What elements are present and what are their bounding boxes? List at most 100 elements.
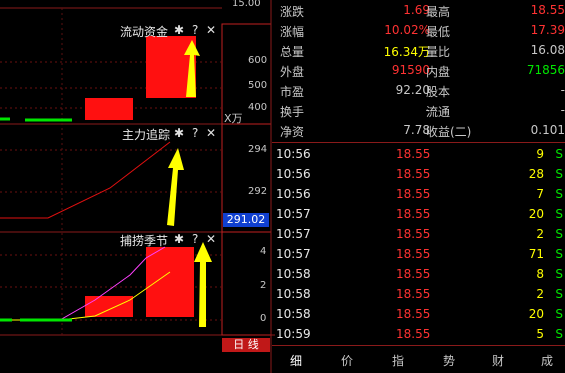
- tick-time: 10:58: [276, 307, 311, 321]
- quote-row: 换手 - 流通 -: [276, 100, 565, 120]
- quote-label: 最低: [426, 25, 451, 39]
- tick-time: 10:56: [276, 187, 311, 201]
- quote-label: 外盘: [280, 65, 305, 79]
- tick-side: S: [555, 147, 563, 161]
- tick-row: 10:56 18.55 28 S: [276, 164, 565, 184]
- tick-time: 10:57: [276, 247, 311, 261]
- tick-side: S: [555, 307, 563, 321]
- tab-4[interactable]: 财: [492, 352, 504, 369]
- tab-2[interactable]: 指: [392, 352, 404, 369]
- tick-row: 10:58 18.55 2 S: [276, 284, 565, 304]
- tick-side: S: [555, 267, 563, 281]
- quote-value: 16.08: [530, 43, 565, 57]
- liquidity-axis-600: 600: [248, 55, 268, 66]
- quote-label: 换手: [280, 105, 305, 119]
- tick-price: 18.55: [396, 267, 431, 281]
- quote-label: 涨幅: [280, 25, 305, 39]
- quote-label: 收益(二): [426, 125, 472, 139]
- quote-value: 91590: [391, 63, 430, 77]
- help-icon[interactable]: ?: [192, 126, 198, 140]
- quote-label: 内盘: [426, 65, 451, 79]
- gear-icon[interactable]: ✱: [174, 23, 184, 37]
- quote-value: 18.55: [530, 3, 565, 17]
- close-icon[interactable]: ✕: [206, 126, 216, 140]
- quote-label: 市盈: [280, 85, 305, 99]
- tick-volume: 71: [528, 247, 544, 261]
- main-force-axis-294: 294: [248, 144, 268, 155]
- tick-price: 18.55: [396, 327, 431, 341]
- gear-icon[interactable]: ✱: [174, 232, 184, 246]
- tick-time: 10:57: [276, 227, 311, 241]
- tab-3[interactable]: 势: [443, 352, 455, 369]
- tick-row: 10:58 18.55 8 S: [276, 264, 565, 284]
- tab-1[interactable]: 价: [341, 352, 353, 369]
- tick-price: 18.55: [396, 207, 431, 221]
- quote-label: 最高: [426, 5, 451, 19]
- tick-volume: 8: [536, 267, 544, 281]
- tick-volume: 20: [528, 207, 544, 221]
- close-icon[interactable]: ✕: [206, 23, 216, 37]
- tick-side: S: [555, 287, 563, 301]
- liquidity-panel-title: 流动资金: [120, 25, 169, 39]
- season-bar-1: [85, 296, 133, 317]
- quote-row: 涨跌 1.69 最高 18.55: [276, 0, 565, 20]
- quote-row: 外盘 91590 内盘 71856: [276, 60, 565, 80]
- quote-row: 市盈 92.20 股本 -: [276, 80, 565, 100]
- tick-side: S: [555, 187, 563, 201]
- quote-value: -: [560, 83, 565, 97]
- liquidity-axis-400: 400: [248, 102, 268, 113]
- tick-row: 10:57 18.55 71 S: [276, 244, 565, 264]
- season-axis-4: 4: [260, 246, 267, 257]
- tick-side: S: [555, 327, 563, 341]
- liquidity-axis-500: 500: [248, 80, 268, 91]
- tick-time: 10:59: [276, 327, 311, 341]
- main-force-axis-292: 292: [248, 186, 268, 197]
- quote-value: 92.20: [395, 83, 430, 97]
- tick-time: 10:58: [276, 287, 311, 301]
- tick-time: 10:56: [276, 147, 311, 161]
- main-force-panel-title: 主力追踪: [122, 128, 171, 142]
- quote-label: 总量: [280, 45, 305, 59]
- tab-0[interactable]: 细: [290, 352, 302, 369]
- help-icon[interactable]: ?: [192, 232, 198, 246]
- season-bar-2: [146, 247, 194, 317]
- tick-row: 10:56 18.55 9 S: [276, 144, 565, 164]
- season-axis-0: 0: [260, 313, 267, 324]
- arrow-annotation: [167, 148, 184, 226]
- tab-5[interactable]: 成: [541, 352, 553, 369]
- close-icon[interactable]: ✕: [206, 232, 216, 246]
- tick-side: S: [555, 247, 563, 261]
- tick-volume: 5: [536, 327, 544, 341]
- tick-row: 10:59 18.55 5 S: [276, 324, 565, 344]
- tick-row: 10:57 18.55 20 S: [276, 204, 565, 224]
- quote-row: 总量 16.34万 量比 16.08: [276, 40, 565, 60]
- tick-time: 10:58: [276, 267, 311, 281]
- tick-side: S: [555, 207, 563, 221]
- season-axis-2: 2: [260, 280, 267, 291]
- tick-volume: 7: [536, 187, 544, 201]
- tick-price: 18.55: [396, 167, 431, 181]
- main-force-line: [0, 141, 171, 219]
- tick-price: 18.55: [396, 147, 431, 161]
- tick-side: S: [555, 167, 563, 181]
- help-icon[interactable]: ?: [192, 23, 198, 37]
- daily-period-button[interactable]: 日 线: [222, 338, 270, 352]
- quote-label: 流通: [426, 105, 451, 119]
- gear-icon[interactable]: ✱: [174, 126, 184, 140]
- tick-volume: 9: [536, 147, 544, 161]
- main-force-current-value: 291.02: [223, 213, 269, 227]
- tick-price: 18.55: [396, 187, 431, 201]
- tick-row: 10:56 18.55 7 S: [276, 184, 565, 204]
- tick-price: 18.55: [396, 227, 431, 241]
- quote-label: 量比: [426, 45, 451, 59]
- quote-value: 71856: [526, 63, 565, 77]
- liquidity-unit: X万: [224, 112, 243, 125]
- indicator-chart-area: [0, 0, 275, 373]
- tick-side: S: [555, 227, 563, 241]
- tick-time: 10:56: [276, 167, 311, 181]
- liquidity-bar-1: [85, 98, 133, 120]
- quote-row: 净资 7.78 收益(二) 0.101: [276, 120, 565, 140]
- tick-volume: 28: [528, 167, 544, 181]
- tick-row: 10:57 18.55 2 S: [276, 224, 565, 244]
- quote-value: 17.39: [530, 23, 565, 37]
